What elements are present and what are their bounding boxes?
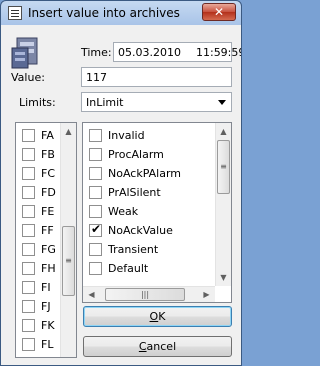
list-item[interactable]: FF: [16, 221, 61, 240]
value-input[interactable]: 117: [81, 67, 232, 87]
limits-dropdown[interactable]: InLimit: [81, 92, 232, 112]
cancel-button[interactable]: Cancel: [83, 336, 232, 357]
list-item[interactable]: FH: [16, 259, 61, 278]
value-label: Value:: [11, 71, 45, 84]
list-item-label: FI: [41, 281, 51, 294]
scroll-right-icon[interactable]: ▶: [198, 287, 215, 302]
checkbox[interactable]: [22, 205, 35, 218]
checkbox[interactable]: [22, 224, 35, 237]
list-item[interactable]: NoAckPAlarm: [83, 164, 215, 183]
scroll-down-icon[interactable]: ▼: [216, 269, 231, 286]
window-title: Insert value into archives: [28, 6, 180, 20]
scroll-thumb[interactable]: ≡: [62, 226, 75, 296]
scroll-up-icon[interactable]: ▲: [216, 123, 231, 140]
list-item[interactable]: FA: [16, 126, 61, 145]
list-item[interactable]: FK: [16, 316, 61, 335]
list-item-label: FD: [41, 186, 56, 199]
list-item-label: Invalid: [108, 129, 145, 142]
list-item[interactable]: FJ: [16, 297, 61, 316]
title-bar[interactable]: Insert value into archives ✕: [1, 1, 241, 25]
left-flag-list[interactable]: FA FB FC FD FE FF FG FH FI FJ FK FL ▲ ≡: [15, 122, 77, 358]
list-item[interactable]: Invalid: [83, 126, 215, 145]
list-item[interactable]: FG: [16, 240, 61, 259]
ok-button[interactable]: OK: [83, 306, 232, 327]
list-item[interactable]: FB: [16, 145, 61, 164]
checkbox[interactable]: [22, 300, 35, 313]
database-icon: [11, 37, 38, 69]
list-item-label: FE: [41, 205, 55, 218]
list-item-label: ProcAlarm: [108, 148, 164, 161]
list-item[interactable]: ✔ NoAckValue: [83, 221, 215, 240]
list-item[interactable]: FL: [16, 335, 61, 354]
checkbox[interactable]: [22, 186, 35, 199]
list-item[interactable]: FI: [16, 278, 61, 297]
status-list-hscrollbar[interactable]: ◀ ||| ▶: [83, 286, 215, 302]
dialog-client: Time: 05.03.2010 11:59:59 Value: 117 Lim…: [5, 25, 241, 363]
time-clock: 11:59:59: [195, 46, 242, 59]
status-flag-list[interactable]: Invalid ProcAlarm NoAckPAlarm PrAlSilent Wea…: [82, 122, 232, 303]
list-item[interactable]: Weak: [83, 202, 215, 221]
checkbox[interactable]: [22, 281, 35, 294]
list-item-label: PrAlSilent: [108, 186, 161, 199]
time-date: 05.03.2010: [118, 46, 181, 59]
checkbox[interactable]: [89, 205, 102, 218]
checkbox[interactable]: [89, 243, 102, 256]
checkbox[interactable]: [22, 338, 35, 351]
list-item-label: NoAckPAlarm: [108, 167, 182, 180]
checkbox[interactable]: [22, 148, 35, 161]
checkbox[interactable]: [89, 129, 102, 142]
check-icon: ✔: [91, 222, 102, 236]
list-item-label: FK: [41, 319, 55, 332]
checkbox[interactable]: [22, 262, 35, 275]
list-item-label: FC: [41, 167, 56, 180]
list-item-label: NoAckValue: [108, 224, 173, 237]
checkbox[interactable]: [22, 243, 35, 256]
list-item-label: Weak: [108, 205, 139, 218]
list-item-label: Transient: [108, 243, 159, 256]
list-item-label: FJ: [41, 300, 51, 313]
h-scroll-thumb[interactable]: |||: [105, 288, 185, 301]
time-label: Time:: [81, 46, 112, 59]
status-list-vscrollbar[interactable]: ▲ ≡ ▼: [215, 123, 231, 286]
list-item[interactable]: PrAlSilent: [83, 183, 215, 202]
limits-label: Limits:: [19, 96, 56, 109]
dialog-window: Insert value into archives ✕ Time: 05.03…: [0, 0, 242, 366]
checkbox[interactable]: [22, 167, 35, 180]
list-item-label: FH: [41, 262, 56, 275]
list-item-label: FG: [41, 243, 56, 256]
list-item[interactable]: Transient: [83, 240, 215, 259]
close-button[interactable]: ✕: [202, 3, 236, 21]
chevron-down-icon: [218, 100, 226, 105]
limits-selected: InLimit: [86, 96, 124, 109]
scroll-up-icon[interactable]: ▲: [61, 123, 76, 140]
list-item-label: FF: [41, 224, 54, 237]
checkbox[interactable]: [22, 129, 35, 142]
checkbox[interactable]: ✔: [89, 222, 102, 237]
list-item-label: FA: [41, 129, 54, 142]
list-item-label: FB: [41, 148, 55, 161]
scroll-left-icon[interactable]: ◀: [83, 287, 100, 302]
list-item[interactable]: FD: [16, 183, 61, 202]
checkbox[interactable]: [89, 148, 102, 161]
list-item[interactable]: ProcAlarm: [83, 145, 215, 164]
checkbox[interactable]: [89, 167, 102, 180]
checkbox[interactable]: [89, 262, 102, 275]
list-item[interactable]: FC: [16, 164, 61, 183]
list-item-label: FL: [41, 338, 54, 351]
app-icon: [8, 6, 22, 20]
left-list-scrollbar[interactable]: ▲ ≡: [60, 123, 76, 357]
list-item[interactable]: Default: [83, 259, 215, 278]
time-field: 05.03.2010 11:59:59: [113, 42, 241, 62]
checkbox[interactable]: [22, 319, 35, 332]
list-item-label: Default: [108, 262, 149, 275]
list-item[interactable]: FE: [16, 202, 61, 221]
scroll-thumb[interactable]: ≡: [217, 140, 230, 194]
checkbox[interactable]: [89, 186, 102, 199]
